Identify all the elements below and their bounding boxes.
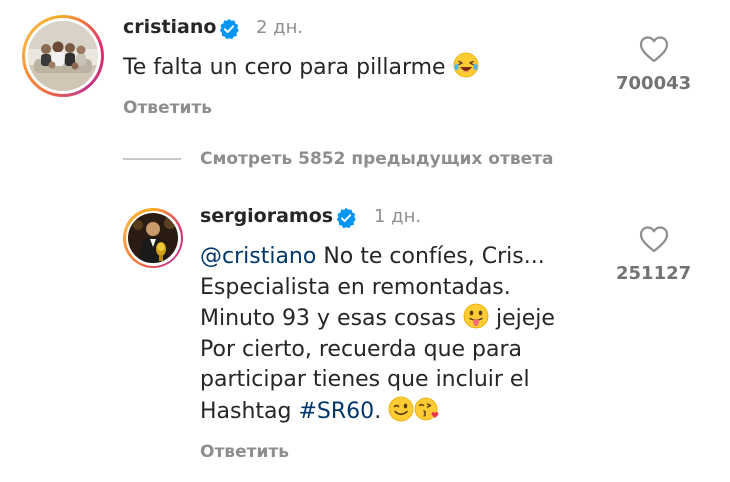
- comment-sergioramos: sergioramos 1 дн. @cristiano No te confí…: [0, 195, 730, 482]
- like-count: 251127: [616, 263, 692, 284]
- comment-text: @cristiano No te confíes, Cris... Especi…: [200, 242, 620, 427]
- replies-divider: [123, 158, 181, 160]
- wink-emoji-icon: [388, 396, 414, 421]
- comment-line-2: Especialista en remontadas.: [200, 274, 511, 300]
- reply-button[interactable]: Ответить: [123, 98, 212, 118]
- comment-line-1: @cristiano No te confíes, Cris...: [200, 244, 545, 269]
- time-ago: 1 дн.: [374, 206, 422, 227]
- kissing-heart-emoji-icon: [414, 397, 439, 420]
- username[interactable]: sergioramos: [200, 205, 333, 227]
- verified-badge-icon: [219, 18, 239, 40]
- avatar-cristiano[interactable]: [22, 15, 104, 97]
- avatar-photo: [128, 213, 178, 263]
- comment-line-3: Minuto 93 y esas cosas jejeje: [200, 303, 620, 335]
- reply-button[interactable]: Ответить: [200, 442, 289, 462]
- hashtag-link[interactable]: #SR60: [299, 399, 375, 424]
- comment-line-4: Por cierto, recuerda que para: [200, 336, 523, 362]
- like-heart-icon[interactable]: [639, 225, 669, 253]
- comment-text: Te falta un cero para pillarme: [123, 52, 603, 84]
- tongue-out-emoji-icon: [463, 303, 489, 329]
- comment-text-body: Te falta un cero para pillarme: [123, 55, 446, 80]
- comment-cristiano: cristiano 2 дн. Te falta un cero para pi…: [0, 0, 730, 130]
- avatar-photo: [28, 21, 98, 91]
- mention-link[interactable]: @cristiano: [200, 244, 316, 269]
- comment-line-5: participar tienes que incluir el: [200, 367, 530, 392]
- view-previous-replies-button[interactable]: Смотреть 5852 предыдущих ответа: [200, 149, 553, 169]
- comment-line-6: Hashtag #SR60.: [200, 396, 620, 428]
- like-heart-icon[interactable]: [639, 35, 669, 63]
- verified-badge-icon: [336, 207, 356, 229]
- laughing-tears-emoji-icon: [453, 52, 478, 78]
- like-count: 700043: [616, 73, 692, 94]
- avatar-sergioramos[interactable]: [123, 208, 183, 268]
- time-ago: 2 дн.: [256, 17, 304, 38]
- username[interactable]: cristiano: [123, 16, 216, 38]
